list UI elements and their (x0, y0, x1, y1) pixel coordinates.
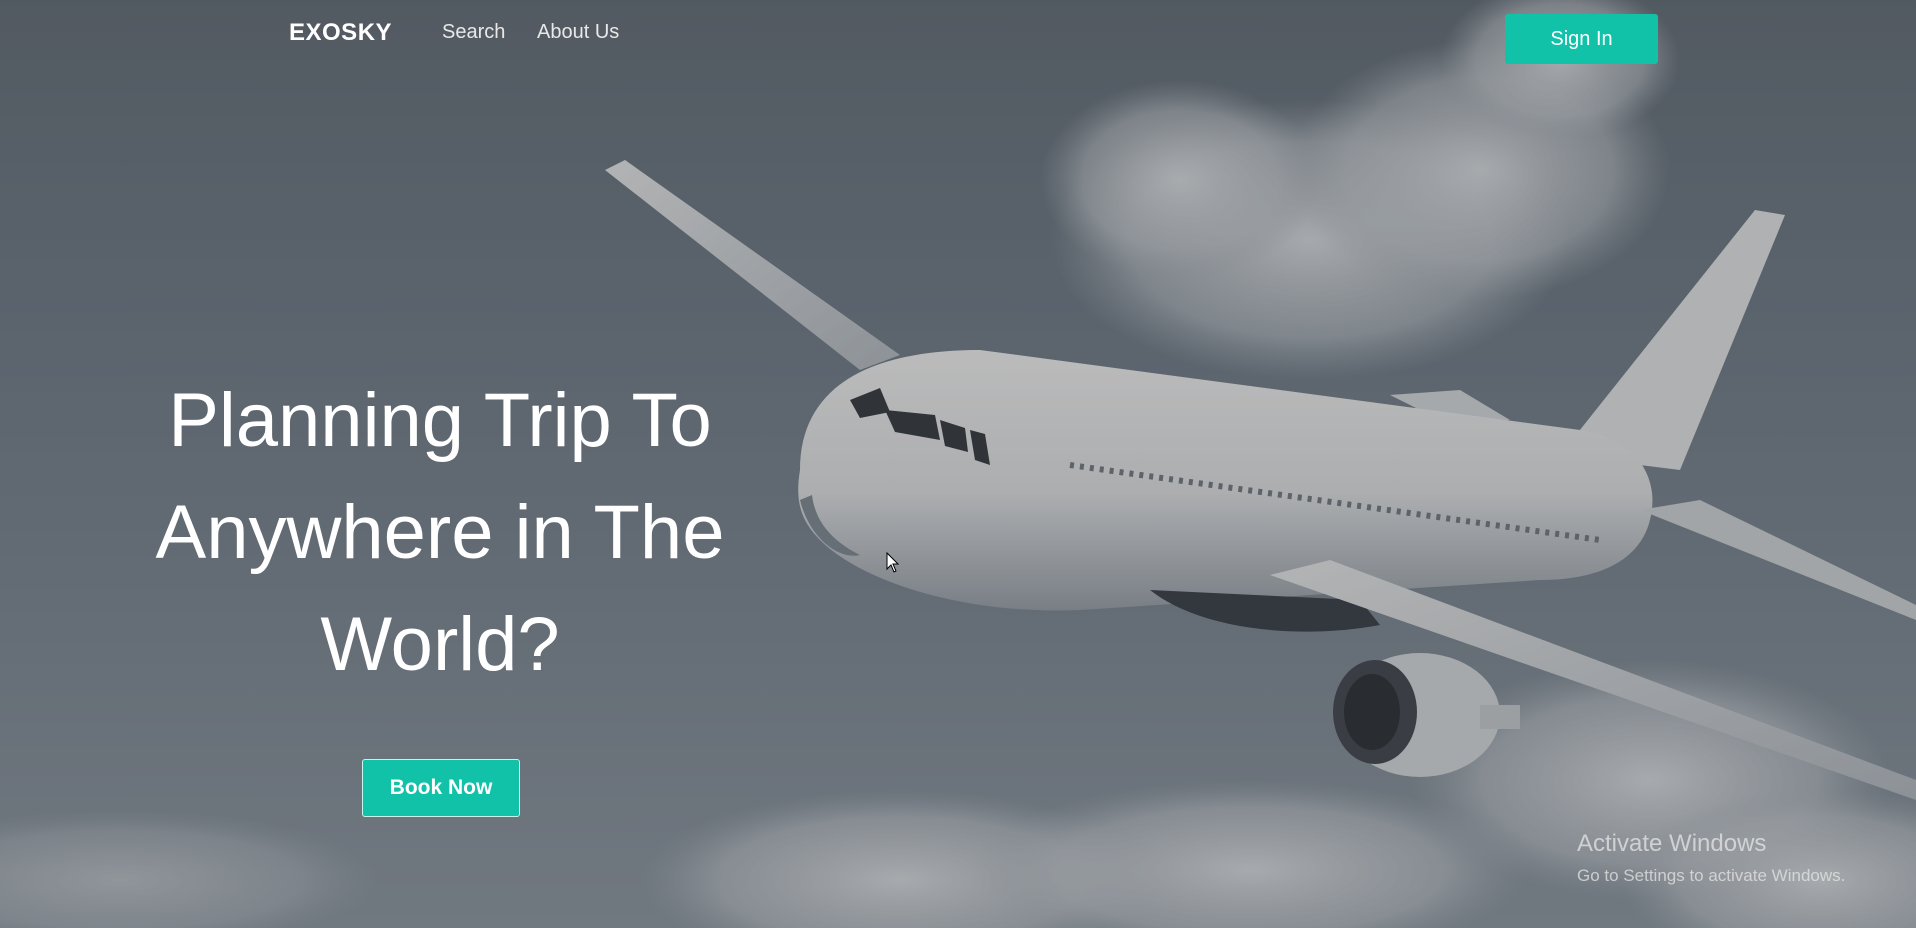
book-now-button[interactable]: Book Now (362, 759, 520, 817)
nav-link-about-us[interactable]: About Us (537, 21, 619, 44)
brand-logo[interactable]: EXOSKY (289, 19, 392, 47)
hero-title-line-1: Planning Trip To (168, 378, 712, 463)
nav-link-search[interactable]: Search (442, 21, 505, 44)
sign-in-button[interactable]: Sign In (1505, 14, 1658, 64)
mouse-pointer-icon (886, 552, 900, 573)
watermark-title: Activate Windows (1577, 830, 1767, 857)
hero-title-line-2: Anywhere in The (155, 490, 725, 575)
watermark-subtitle: Go to Settings to activate Windows. (1577, 866, 1846, 885)
hero-title-line-3: World? (320, 602, 560, 687)
hero-title: Planning Trip To Anywhere in The World? (130, 365, 750, 701)
windows-activation-watermark: Activate Windows Go to Settings to activ… (1577, 830, 1845, 886)
landing-page: EXOSKY Search About Us Sign In Planning … (0, 0, 1916, 928)
top-navbar: EXOSKY Search About Us Sign In (0, 0, 1916, 70)
